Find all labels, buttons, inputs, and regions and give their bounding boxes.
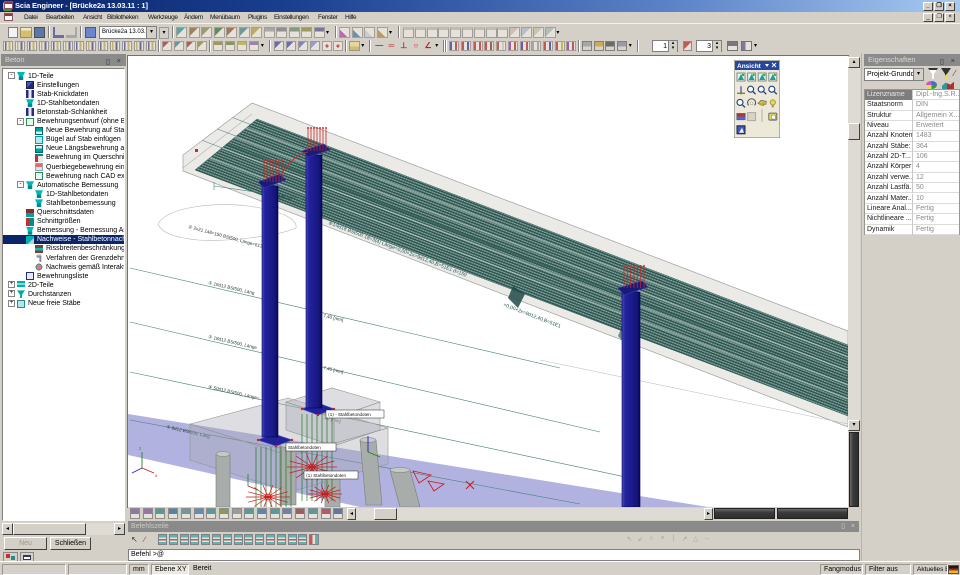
- svg-text:7,40 [mm]: 7,40 [mm]: [323, 313, 344, 322]
- svg-text:⟨1⟩ - Stahlbetondoten: ⟨1⟩ - Stahlbetondoten: [328, 412, 371, 417]
- svg-text:④ 50d12 BSt500, Länge=: ④ 50d12 BSt500, Länge=: [208, 384, 261, 401]
- svg-text:x: x: [155, 473, 158, 478]
- svg-text:Ansicht: Ansicht: [737, 63, 762, 70]
- svg-text:⟨1⟩ Stahlbetondoten: ⟨1⟩ Stahlbetondoten: [306, 473, 347, 478]
- svg-text:Stahlbetondoten: Stahlbetondoten: [288, 445, 321, 450]
- svg-text:7,40 [mm]: 7,40 [mm]: [323, 365, 344, 374]
- svg-text:② 2x21 148=150 BSt500, Länge=6: ② 2x21 148=150 BSt500, Länge=6136,52: [188, 224, 272, 251]
